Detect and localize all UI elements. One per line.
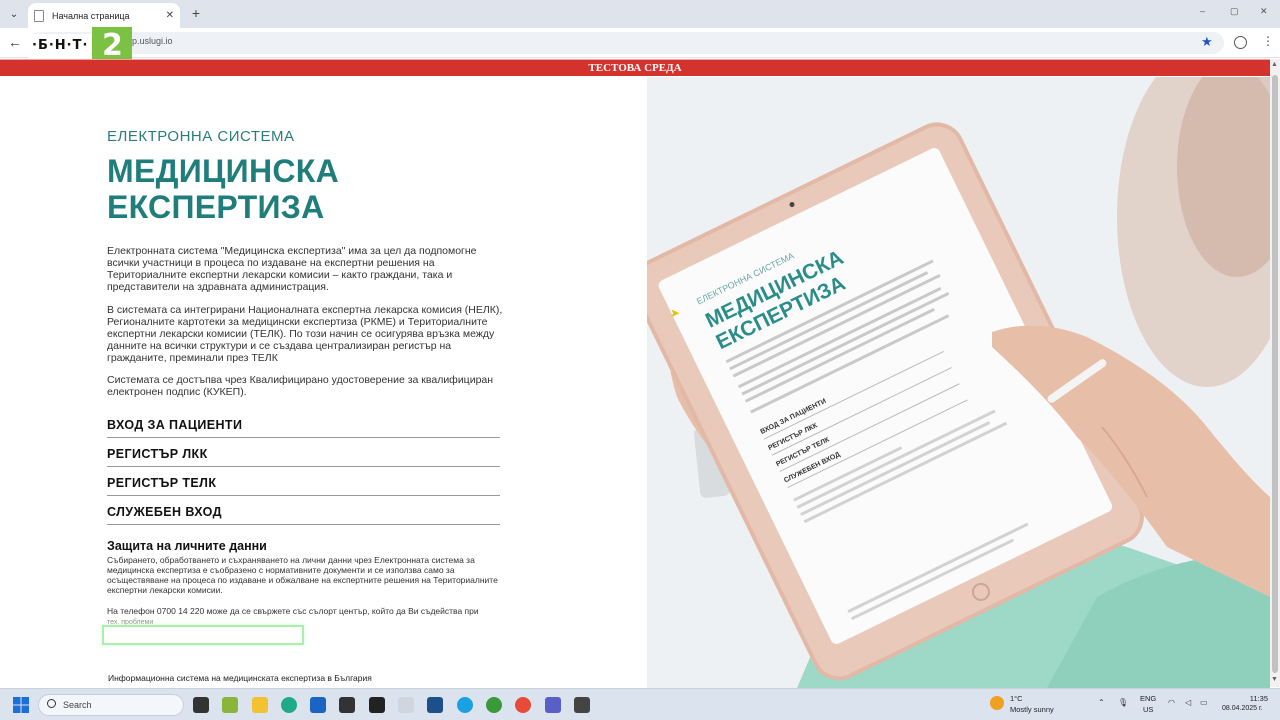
weather-description[interactable]: Mostly sunny <box>1010 705 1054 714</box>
address-bar[interactable] <box>28 32 1224 54</box>
taskbar-clock[interactable]: 11:35 <box>1240 694 1268 703</box>
page-title: МЕДИЦИНСКА ЕКСПЕРТИЗА <box>107 153 339 225</box>
page-title-line1: МЕДИЦИНСКА <box>107 153 340 189</box>
test-environment-banner: ТЕСТОВА СРЕДА <box>0 59 1270 76</box>
maximize-window-button[interactable]: ▢ <box>1230 6 1239 17</box>
volume-icon[interactable]: ◁ <box>1185 698 1191 707</box>
tab-list-dropdown-icon[interactable]: ⌄ <box>5 5 23 23</box>
privacy-text: Събирането, обработването и съхраняванет… <box>107 555 498 595</box>
back-arrow-icon[interactable]: ← <box>8 34 22 50</box>
wifi-icon[interactable]: ◠ <box>1168 698 1175 707</box>
minimize-window-button[interactable]: – <box>1200 6 1205 16</box>
close-tab-icon[interactable]: ✕ <box>166 10 174 21</box>
skype-icon[interactable] <box>457 697 473 713</box>
tab-title: Начална страница <box>52 10 130 21</box>
tray-overflow-chevron-icon[interactable]: ⌃ <box>1098 698 1105 707</box>
windows-taskbar: Search 1°C Mostly sunny ⌃ 🎙 ENG US ◠ ◁ ▭… <box>0 688 1280 720</box>
page-title-line2: ЕКСПЕРТИЗА <box>107 189 325 225</box>
taskbar-app-icon[interactable] <box>574 697 590 713</box>
taskbar-app-icon[interactable] <box>427 697 443 713</box>
taskbar-date[interactable]: 08.04.2025 г. <box>1222 705 1263 712</box>
file-explorer-icon[interactable] <box>252 697 268 713</box>
scrollbar-thumb[interactable] <box>1272 75 1278 673</box>
taskbar-search-placeholder: Search <box>63 700 92 710</box>
intro-paragraph-3: Системата се достъпва чрез Квалифицирано… <box>107 374 494 398</box>
page-favicon-icon <box>34 9 44 22</box>
intro-paragraph-1: Електронната система "Медицинска експерт… <box>107 245 477 293</box>
battery-icon[interactable]: ▭ <box>1200 698 1208 707</box>
task-view-icon[interactable] <box>193 697 209 713</box>
weather-temperature[interactable]: 1°C <box>1010 694 1023 703</box>
taskbar-app-icon[interactable] <box>369 697 385 713</box>
browser-tab-bar: ⌄ Начална страница ✕ + – ▢ ✕ <box>0 0 1280 28</box>
nav-lkk-register[interactable]: РЕГИСТЪР ЛКК <box>107 438 500 467</box>
page-scrollbar[interactable]: ▲ ▼ <box>1270 59 1280 687</box>
support-phone-text: На телефон 0700 14 220 може да се свърже… <box>107 606 479 616</box>
nav-telk-register[interactable]: РЕГИСТЪР ТЕЛК <box>107 467 500 496</box>
browser-toolbar: ← p.uslugi.io ★ ⋮ <box>0 28 1280 58</box>
input-language-line1[interactable]: ENG <box>1140 694 1156 703</box>
store-icon[interactable] <box>339 697 355 713</box>
edge-browser-icon[interactable] <box>281 697 297 713</box>
input-language-line2[interactable]: US <box>1143 705 1153 714</box>
windows-start-icon[interactable] <box>13 697 29 713</box>
focus-highlight-box[interactable] <box>102 625 304 645</box>
mouse-cursor-icon: ➤ <box>670 306 681 320</box>
outlook-icon[interactable] <box>310 697 326 713</box>
chrome-icon[interactable] <box>515 697 531 713</box>
nav-staff-login[interactable]: СЛУЖЕБЕН ВХОД <box>107 496 500 525</box>
new-tab-button[interactable]: + <box>188 5 204 21</box>
bnt-logo-text: ·Б·Н·Т· <box>28 34 93 58</box>
scroll-down-arrow-icon[interactable]: ▼ <box>1271 676 1278 683</box>
taskbar-app-icon[interactable] <box>398 697 414 713</box>
taskbar-search-box[interactable]: Search <box>38 694 184 716</box>
browser-tab-active[interactable]: Начална страница ✕ <box>28 3 180 28</box>
taskbar-app-icon[interactable] <box>222 697 238 713</box>
bookmark-star-icon[interactable]: ★ <box>1201 34 1213 50</box>
microphone-icon[interactable]: 🎙 <box>1118 698 1128 707</box>
weather-sun-icon[interactable] <box>990 696 1004 710</box>
system-kicker: ЕЛЕКТРОННА СИСТЕМА <box>107 128 295 145</box>
browser-menu-icon[interactable]: ⋮ <box>1262 34 1274 48</box>
nav-patient-login[interactable]: ВХОД ЗА ПАЦИЕНТИ <box>107 409 500 438</box>
scroll-up-arrow-icon[interactable]: ▲ <box>1271 61 1278 68</box>
content-panel: ЕЛЕКТРОННА СИСТЕМА МЕДИЦИНСКА ЕКСПЕРТИЗА… <box>0 77 647 688</box>
privacy-title: Защита на личните данни <box>107 539 267 553</box>
footer-text: Информационна система на медицинската ек… <box>108 673 372 683</box>
address-url[interactable]: p.uslugi.io <box>132 36 173 46</box>
profile-icon[interactable] <box>1234 36 1247 49</box>
intro-paragraph-2: В системата са интегрирани Националната … <box>107 304 503 364</box>
teams-icon[interactable] <box>545 697 561 713</box>
taskbar-app-icon[interactable] <box>486 697 502 713</box>
hero-image: ЕЛЕКТРОННА СИСТЕМА МЕДИЦИНСКА ЕКСПЕРТИЗА… <box>647 77 1270 688</box>
tablet-photo-illustration: ЕЛЕКТРОННА СИСТЕМА МЕДИЦИНСКА ЕКСПЕРТИЗА… <box>647 77 1270 688</box>
search-icon <box>47 699 56 708</box>
close-window-button[interactable]: ✕ <box>1260 6 1268 17</box>
